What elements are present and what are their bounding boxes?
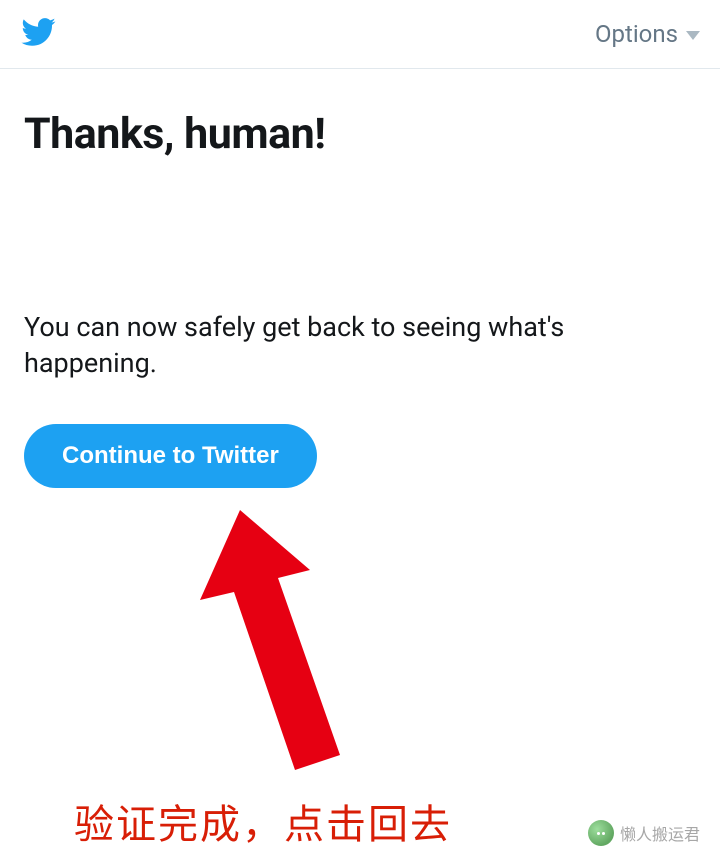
wechat-icon [588, 820, 614, 846]
watermark-text: 懒人搬运君 [620, 821, 700, 845]
options-menu-button[interactable]: Options [595, 20, 700, 48]
arrow-annotation-icon [200, 510, 360, 790]
watermark: 懒人搬运君 [588, 820, 700, 846]
twitter-logo-icon [16, 14, 60, 54]
header-bar: Options [0, 0, 720, 69]
chevron-down-icon [686, 31, 700, 40]
options-label: Options [595, 20, 678, 48]
main-content: Thanks, human! You can now safely get ba… [0, 69, 720, 518]
continue-button[interactable]: Continue to Twitter [24, 424, 317, 488]
page-title: Thanks, human! [24, 109, 696, 159]
annotation-caption: 验证完成，点击回去 [74, 792, 452, 850]
page-subtext: You can now safely get back to seeing wh… [24, 309, 696, 382]
